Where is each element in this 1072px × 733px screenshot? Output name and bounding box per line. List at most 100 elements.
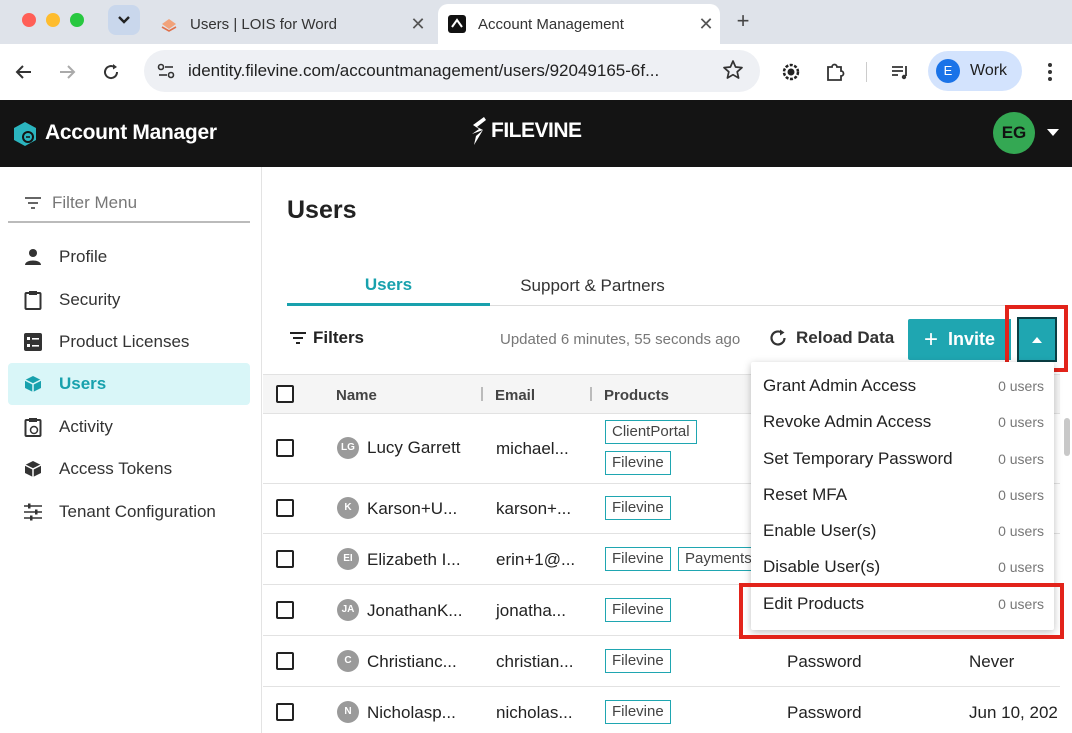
media-controls-icon[interactable] bbox=[886, 58, 914, 86]
user-name[interactable]: Nicholasp... bbox=[367, 703, 456, 723]
user-menu-caret-icon[interactable] bbox=[1047, 129, 1059, 136]
filters-label: Filters bbox=[313, 328, 365, 347]
menu-item-count: 0 users bbox=[998, 451, 1044, 467]
sidebar-item-tenant-configuration[interactable]: Tenant Configuration bbox=[8, 491, 250, 533]
user-initials-avatar: N bbox=[337, 701, 359, 723]
menu-item-label: Revoke Admin Access bbox=[763, 412, 932, 431]
clipboard-clock-icon bbox=[22, 416, 44, 438]
user-initials-avatar: LG bbox=[337, 437, 359, 459]
user-initials-avatar: K bbox=[337, 497, 359, 519]
sidebar-item-label: Product Licenses bbox=[59, 332, 190, 351]
menu-item-revoke-admin-access[interactable]: Revoke Admin Access 0 users bbox=[751, 404, 1054, 440]
toolbar-divider bbox=[866, 62, 867, 82]
sidebar-item-access-tokens[interactable]: Access Tokens bbox=[8, 448, 250, 490]
app-header: Account Manager FILEVINE bbox=[0, 100, 1072, 167]
row-checkbox[interactable] bbox=[276, 550, 294, 568]
menu-item-edit-products[interactable]: Edit Products 0 users bbox=[751, 586, 1054, 622]
row-checkbox[interactable] bbox=[276, 499, 294, 517]
account-manager-logo-icon bbox=[12, 121, 38, 147]
close-tab-icon[interactable]: ✕ bbox=[404, 14, 432, 35]
menu-item-count: 0 users bbox=[998, 559, 1044, 575]
sidebar-item-profile[interactable]: Profile bbox=[8, 236, 250, 278]
menu-item-count: 0 users bbox=[998, 487, 1044, 503]
tab-users[interactable]: Users bbox=[287, 266, 490, 306]
filevine-mark-icon bbox=[472, 117, 486, 145]
refresh-icon bbox=[770, 329, 786, 346]
column-header-products[interactable]: Products bbox=[604, 387, 669, 404]
user-name[interactable]: Elizabeth I... bbox=[367, 550, 461, 570]
reload-data-button[interactable]: Reload Data bbox=[768, 328, 894, 348]
profile-avatar: E bbox=[936, 59, 960, 83]
user-name[interactable]: Christianc... bbox=[367, 652, 457, 672]
new-tab-button[interactable]: + bbox=[730, 8, 756, 34]
app-name: Account Manager bbox=[45, 121, 217, 144]
menu-item-label: Grant Admin Access bbox=[763, 376, 917, 395]
extension-gear-icon[interactable] bbox=[777, 58, 805, 86]
browser-profile-button[interactable]: E Work bbox=[928, 51, 1022, 91]
browser-tab-lois[interactable]: Users | LOIS for Word ✕ bbox=[150, 4, 432, 44]
invite-button[interactable]: + Invite bbox=[908, 319, 1011, 360]
reload-page-button[interactable] bbox=[97, 58, 125, 86]
column-divider[interactable] bbox=[481, 387, 483, 401]
tab-search-button[interactable] bbox=[108, 5, 140, 35]
refresh-icon bbox=[104, 64, 119, 80]
column-divider[interactable] bbox=[590, 387, 592, 401]
user-name[interactable]: Karson+U... bbox=[367, 499, 457, 519]
address-bar[interactable]: identity.filevine.com/accountmanagement/… bbox=[144, 50, 760, 92]
menu-item-grant-admin-access[interactable]: Grant Admin Access 0 users bbox=[751, 368, 1054, 404]
sidebar-item-users[interactable]: Users bbox=[8, 363, 250, 405]
menu-item-disable-users[interactable]: Disable User(s) 0 users bbox=[751, 549, 1054, 585]
forward-button[interactable] bbox=[53, 58, 81, 86]
menu-item-count: 0 users bbox=[998, 596, 1044, 612]
minimize-window-button[interactable] bbox=[46, 13, 60, 27]
sidebar-item-label: Activity bbox=[59, 417, 113, 436]
row-checkbox[interactable] bbox=[276, 601, 294, 619]
sidebar-item-label: Tenant Configuration bbox=[59, 502, 216, 521]
maximize-window-button[interactable] bbox=[70, 13, 84, 27]
browser-menu-icon[interactable] bbox=[1040, 58, 1060, 86]
user-name[interactable]: Lucy Garrett bbox=[367, 438, 461, 458]
bulk-actions-toggle-button[interactable] bbox=[1017, 317, 1057, 362]
user-avatar[interactable]: EG bbox=[993, 112, 1035, 154]
table-scrollbar-thumb[interactable] bbox=[1064, 418, 1070, 456]
tab-support-partners[interactable]: Support & Partners bbox=[490, 266, 695, 306]
sidebar: Filter Menu Profile Security Product Lic… bbox=[0, 167, 262, 733]
table-row[interactable]: C Christianc... christian... Filevine Pa… bbox=[263, 636, 1060, 687]
user-name[interactable]: JonathanK... bbox=[367, 601, 462, 621]
filter-menu-input[interactable]: Filter Menu bbox=[8, 185, 250, 223]
cube-icon bbox=[22, 373, 44, 395]
browser-tab-account-management[interactable]: Account Management ✕ bbox=[438, 4, 720, 44]
select-all-checkbox[interactable] bbox=[276, 385, 294, 403]
filter-icon bbox=[25, 197, 41, 209]
filevine-logo[interactable]: FILEVINE bbox=[470, 116, 582, 146]
table-row[interactable]: N Nicholasp... nicholas... Filevine Pass… bbox=[263, 687, 1060, 733]
user-email: nicholas... bbox=[496, 703, 573, 722]
menu-item-set-temporary-password[interactable]: Set Temporary Password 0 users bbox=[751, 441, 1054, 477]
menu-item-count: 0 users bbox=[998, 523, 1044, 539]
close-tab-icon[interactable]: ✕ bbox=[692, 14, 720, 35]
users-tabs: Users Support & Partners bbox=[287, 266, 1060, 306]
sidebar-item-label: Access Tokens bbox=[59, 459, 173, 478]
row-checkbox[interactable] bbox=[276, 703, 294, 721]
last-login: Jun 10, 202 bbox=[969, 703, 1058, 722]
filevine-wordmark: FILEVINE bbox=[491, 119, 582, 142]
close-window-button[interactable] bbox=[22, 13, 36, 27]
menu-item-enable-users[interactable]: Enable User(s) 0 users bbox=[751, 513, 1054, 549]
bookmark-star-icon[interactable] bbox=[722, 59, 744, 86]
column-header-name[interactable]: Name bbox=[336, 387, 377, 404]
filter-menu-placeholder: Filter Menu bbox=[52, 193, 138, 212]
menu-item-label: Reset MFA bbox=[763, 485, 848, 504]
product-chip: Payments bbox=[678, 547, 759, 571]
site-info-icon[interactable] bbox=[156, 61, 176, 86]
row-checkbox[interactable] bbox=[276, 439, 294, 457]
sidebar-item-security[interactable]: Security bbox=[8, 279, 250, 321]
extensions-puzzle-icon[interactable] bbox=[821, 58, 849, 86]
sidebar-item-product-licenses[interactable]: Product Licenses bbox=[8, 321, 250, 363]
row-checkbox[interactable] bbox=[276, 652, 294, 670]
sidebar-item-label: Security bbox=[59, 290, 121, 309]
filters-button[interactable]: Filters bbox=[289, 328, 364, 348]
column-header-email[interactable]: Email bbox=[495, 387, 535, 404]
sidebar-item-activity[interactable]: Activity bbox=[8, 406, 250, 448]
back-button[interactable] bbox=[10, 58, 38, 86]
menu-item-reset-mfa[interactable]: Reset MFA 0 users bbox=[751, 477, 1054, 513]
